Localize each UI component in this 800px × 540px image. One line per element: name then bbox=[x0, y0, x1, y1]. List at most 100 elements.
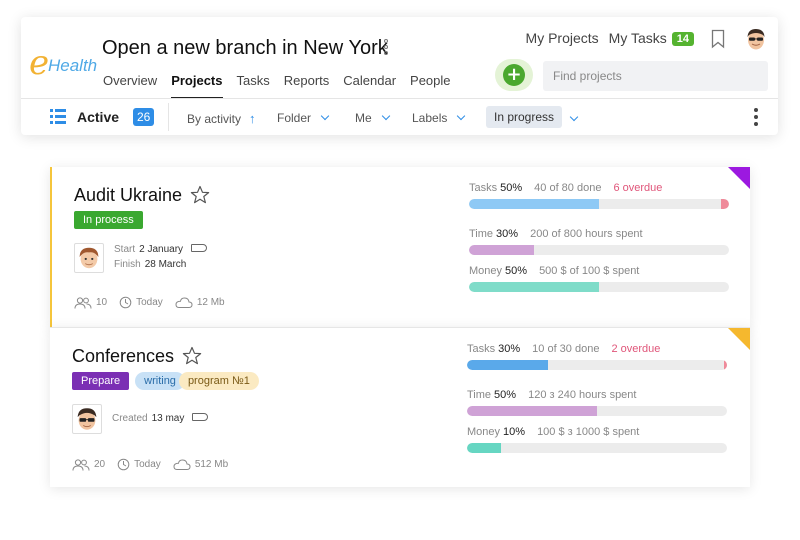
owner-label: Me bbox=[355, 111, 372, 125]
chevron-down-icon bbox=[569, 112, 579, 122]
time-detail: 120 з 240 hours spent bbox=[528, 389, 637, 401]
project-card[interactable]: Audit Ukraine In process Start 2 January … bbox=[50, 167, 750, 327]
bookmark-icon[interactable] bbox=[711, 29, 725, 49]
state-filter-dropdown[interactable] bbox=[569, 112, 579, 126]
project-card[interactable]: Conferences Prepare writing program №1 C… bbox=[50, 327, 750, 487]
tasks-overdue-fill bbox=[724, 360, 727, 370]
storage-size: 12 Mb bbox=[196, 297, 225, 308]
money-progress-bar bbox=[469, 282, 729, 292]
money-label: Money bbox=[469, 265, 503, 277]
storage-size: 512 Mb bbox=[194, 459, 229, 470]
money-progress-bar bbox=[467, 443, 727, 453]
folder-label: Folder bbox=[277, 111, 312, 125]
my-tasks-link[interactable]: My Tasks 14 bbox=[609, 30, 694, 46]
label-icon[interactable] bbox=[192, 413, 209, 421]
plus-icon: + bbox=[503, 64, 525, 86]
project-dates: Created 13 may bbox=[112, 411, 209, 426]
logo[interactable]: e Health bbox=[29, 43, 98, 87]
members-count: 20 bbox=[94, 459, 106, 470]
search-input[interactable] bbox=[543, 61, 768, 91]
corner-flag bbox=[728, 167, 750, 189]
tag-list: Prepare writing program №1 bbox=[72, 372, 265, 390]
money-stat: Money 50% 500 $ of 100 $ spent bbox=[469, 265, 729, 292]
money-label: Money bbox=[467, 426, 501, 438]
members-icon bbox=[72, 458, 90, 471]
finish-label: Finish bbox=[114, 259, 141, 270]
tab-people[interactable]: People bbox=[410, 71, 450, 99]
money-stat: Money 10% 100 $ з 1000 $ spent bbox=[467, 426, 727, 453]
more-options-icon[interactable] bbox=[754, 108, 758, 129]
finish-date: 28 March bbox=[144, 259, 187, 270]
project-title[interactable]: Audit Ukraine bbox=[74, 185, 182, 206]
tasks-stat: Tasks 30% 10 of 30 done 2 overdue bbox=[467, 343, 727, 370]
toolbar-separator bbox=[168, 103, 169, 131]
logo-word: Health bbox=[48, 56, 98, 75]
status-label[interactable]: Active bbox=[77, 109, 119, 125]
tasks-percent: 30% bbox=[498, 343, 521, 355]
user-avatar[interactable] bbox=[745, 27, 767, 51]
logo-letter: e bbox=[29, 43, 50, 83]
corner-flag bbox=[728, 328, 750, 350]
list-view-icon[interactable] bbox=[50, 109, 66, 124]
sort-arrow-icon: ↑ bbox=[249, 111, 256, 126]
tasks-stat: Tasks 50% 40 of 80 done 6 overdue bbox=[469, 182, 729, 209]
project-dates: Start 2 January Finish 28 March bbox=[114, 242, 208, 272]
tasks-overdue[interactable]: 6 overdue bbox=[613, 182, 662, 194]
top-links: My Projects My Tasks 14 bbox=[516, 30, 694, 46]
state-filter-chip[interactable]: In progress bbox=[486, 106, 563, 128]
time-stat: Time 50% 120 з 240 hours spent bbox=[467, 389, 727, 416]
project-title[interactable]: Conferences bbox=[72, 346, 174, 367]
tab-tasks[interactable]: Tasks bbox=[237, 71, 270, 99]
page-title: Open a new branch in New York bbox=[102, 37, 388, 59]
labels-label: Labels bbox=[412, 111, 448, 125]
tab-calendar[interactable]: Calendar bbox=[343, 71, 396, 99]
time-percent: 50% bbox=[494, 389, 517, 401]
tasks-progress-bar bbox=[467, 360, 727, 370]
title-more-icon[interactable] bbox=[383, 38, 389, 58]
time-percent: 30% bbox=[496, 228, 519, 240]
owner-avatar[interactable] bbox=[74, 243, 104, 273]
my-projects-link[interactable]: My Projects bbox=[526, 30, 599, 46]
my-tasks-count-badge: 14 bbox=[671, 32, 694, 46]
created-label: Created bbox=[112, 413, 148, 424]
folder-dropdown[interactable]: Folder bbox=[277, 111, 330, 125]
money-progress-fill bbox=[467, 443, 501, 453]
tasks-detail: 10 of 30 done bbox=[532, 343, 600, 355]
time-stat: Time 30% 200 of 800 hours spent bbox=[469, 228, 729, 255]
time-progress-bar bbox=[469, 245, 729, 255]
time-label: Time bbox=[467, 389, 492, 401]
money-progress-fill bbox=[469, 282, 599, 292]
star-icon[interactable] bbox=[182, 346, 202, 366]
owner-dropdown[interactable]: Me bbox=[355, 111, 390, 125]
status-tag[interactable]: Prepare bbox=[72, 372, 130, 390]
money-detail: 100 $ з 1000 $ spent bbox=[537, 426, 640, 438]
project-meta: 20 Today 512 Mb bbox=[72, 458, 240, 471]
status-count-badge: 26 bbox=[133, 108, 155, 126]
header-card: e Health Open a new branch in New York O… bbox=[21, 17, 778, 135]
labels-dropdown[interactable]: Labels bbox=[412, 111, 466, 125]
label-tag[interactable]: program №1 bbox=[178, 372, 259, 390]
money-percent: 50% bbox=[505, 265, 528, 277]
owner-avatar[interactable] bbox=[72, 404, 102, 434]
tasks-overdue[interactable]: 2 overdue bbox=[611, 343, 660, 355]
tasks-overdue-fill bbox=[721, 199, 729, 209]
time-progress-fill bbox=[469, 245, 534, 255]
label-tag[interactable]: writing bbox=[135, 372, 185, 390]
cloud-icon bbox=[173, 459, 191, 470]
time-progress-fill bbox=[467, 406, 597, 416]
label-icon[interactable] bbox=[191, 244, 208, 252]
sort-dropdown[interactable]: By activity ↑ bbox=[187, 111, 256, 126]
tab-projects[interactable]: Projects bbox=[171, 71, 223, 99]
tag-list: In process bbox=[74, 211, 149, 229]
status-tag[interactable]: In process bbox=[74, 211, 143, 229]
money-detail: 500 $ of 100 $ spent bbox=[539, 265, 640, 277]
activity-icon bbox=[119, 296, 132, 309]
tab-reports[interactable]: Reports bbox=[284, 71, 330, 99]
toolbar: Active 26 By activity ↑ Folder Me Labels … bbox=[21, 99, 778, 135]
star-icon[interactable] bbox=[190, 185, 210, 205]
tab-overview[interactable]: Overview bbox=[103, 71, 157, 99]
add-project-button[interactable]: + bbox=[495, 59, 533, 91]
members-icon bbox=[74, 296, 92, 309]
my-tasks-label: My Tasks bbox=[608, 30, 667, 46]
last-activity: Today bbox=[134, 459, 161, 470]
